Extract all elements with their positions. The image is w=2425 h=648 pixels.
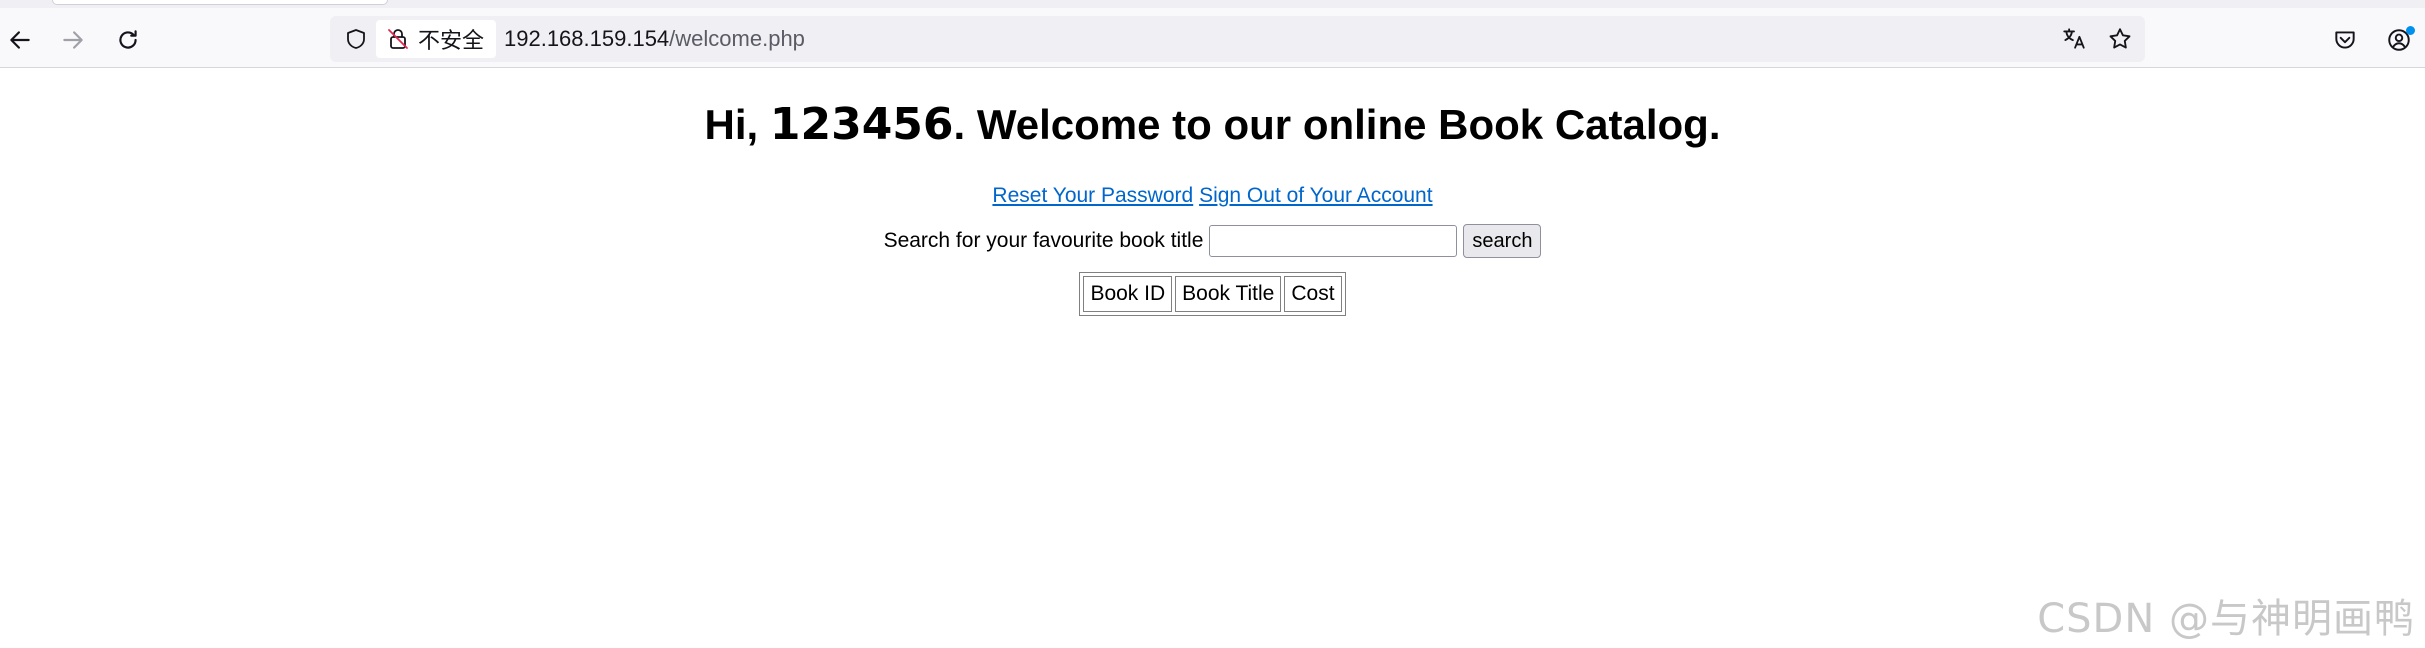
reload-button[interactable] bbox=[110, 22, 146, 58]
watermark: CSDN @与神明画鸭 bbox=[2037, 596, 2415, 642]
greeting-suffix: . Welcome to our online Book Catalog. bbox=[953, 101, 1721, 148]
pocket-button[interactable] bbox=[2327, 22, 2363, 58]
account-links: Reset Your Password Sign Out of Your Acc… bbox=[0, 184, 2425, 208]
account-button[interactable] bbox=[2381, 22, 2417, 58]
active-tab[interactable] bbox=[52, 0, 388, 5]
table-header-row: Book ID Book Title Cost bbox=[1083, 276, 1342, 312]
forward-arrow-icon bbox=[63, 31, 83, 49]
url-text[interactable]: 192.168.159.154/welcome.php bbox=[504, 16, 805, 62]
welcome-heading: Hi, 123456. Welcome to our online Book C… bbox=[0, 99, 2425, 150]
search-input[interactable] bbox=[1209, 225, 1458, 257]
tracking-protection-button[interactable] bbox=[342, 25, 370, 53]
page-content: Hi, 123456. Welcome to our online Book C… bbox=[0, 69, 2425, 648]
greeting-prefix: Hi, bbox=[704, 101, 770, 148]
tab-strip bbox=[0, 0, 2425, 8]
column-header-book-title: Book Title bbox=[1175, 276, 1282, 312]
insecure-lock-icon bbox=[388, 29, 408, 49]
search-form: Search for your favourite book title sea… bbox=[0, 224, 2425, 258]
sign-out-link[interactable]: Sign Out of Your Account bbox=[1199, 184, 1433, 207]
translate-icon bbox=[2063, 28, 2085, 49]
search-label: Search for your favourite book title bbox=[883, 229, 1204, 252]
book-table: Book ID Book Title Cost bbox=[1079, 272, 1346, 316]
url-path: /welcome.php bbox=[669, 26, 805, 51]
address-bar[interactable]: 不安全 192.168.159.154/welcome.php bbox=[330, 16, 2145, 62]
back-button[interactable] bbox=[2, 22, 38, 58]
security-label: 不安全 bbox=[418, 29, 485, 54]
shield-icon bbox=[347, 29, 365, 49]
pocket-icon bbox=[2335, 31, 2355, 49]
star-icon bbox=[2109, 28, 2131, 49]
translate-button[interactable] bbox=[2060, 25, 2088, 53]
back-arrow-icon bbox=[10, 31, 30, 49]
forward-button[interactable] bbox=[55, 22, 91, 58]
site-security-indicator[interactable]: 不安全 bbox=[376, 20, 497, 58]
column-header-book-id: Book ID bbox=[1083, 276, 1173, 312]
username: 123456 bbox=[769, 99, 954, 150]
reload-icon bbox=[119, 30, 137, 49]
browser-toolbar: 不安全 192.168.159.154/welcome.php bbox=[0, 8, 2425, 68]
search-button[interactable]: search bbox=[1463, 224, 1542, 258]
url-host: 192.168.159.154 bbox=[504, 26, 670, 51]
reset-password-link[interactable]: Reset Your Password bbox=[992, 184, 1193, 207]
bookmark-button[interactable] bbox=[2106, 25, 2134, 53]
column-header-cost: Cost bbox=[1284, 276, 1342, 312]
notification-dot bbox=[2406, 26, 2415, 35]
